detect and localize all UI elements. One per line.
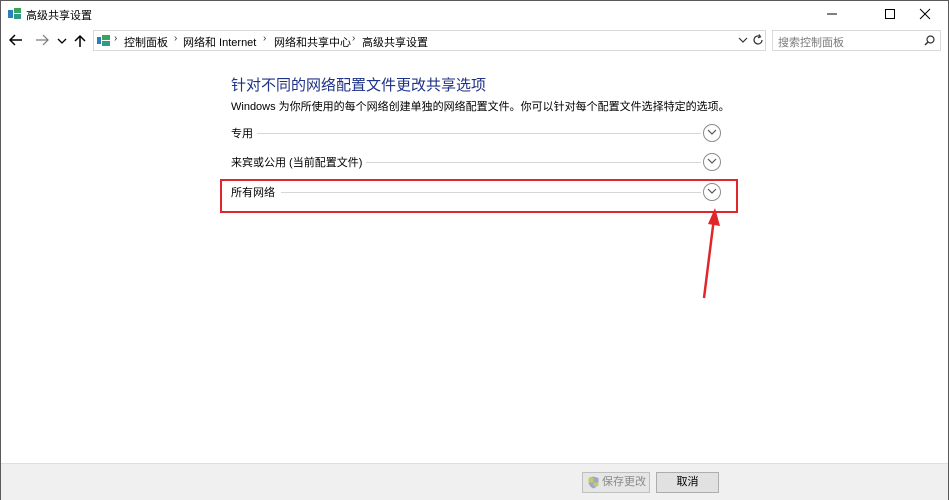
page-title: 针对不同的网络配置文件更改共享选项 (231, 77, 487, 94)
annotation-arrow (702, 208, 720, 299)
arrow-up-icon (74, 34, 86, 47)
up-button[interactable] (72, 31, 90, 49)
address-bar[interactable]: › 控制面板 › 网络和 Internet › 网络和共享中心 › 高级共享设置 (93, 30, 766, 51)
window-title: 高级共享设置 (26, 10, 92, 22)
main-content: 针对不同的网络配置文件更改共享选项 Windows 为你所使用的每个网络创建单独… (1, 54, 948, 462)
recent-locations-button[interactable] (56, 31, 68, 49)
section-label: 专用 (231, 125, 257, 141)
annotation-highlight-box (220, 179, 738, 213)
navigation-bar: › 控制面板 › 网络和 Internet › 网络和共享中心 › 高级共享设置… (1, 28, 948, 53)
window: 高级共享设置 › 控制面板 › 网络和 Internet › 网络和共享中心 ›… (0, 0, 949, 500)
footer-bar: 保存更改 取消 (1, 463, 948, 500)
page-description: Windows 为你所使用的每个网络创建单独的网络配置文件。你可以针对每个配置文… (231, 101, 730, 113)
section-divider (361, 162, 701, 163)
network-icon (8, 8, 21, 19)
breadcrumb-control-panel[interactable]: 控制面板 (124, 34, 168, 50)
cancel-button[interactable]: 取消 (656, 472, 719, 493)
search-box[interactable]: 搜索控制面板 (772, 30, 941, 51)
section-guest-public[interactable]: 来宾或公用 (当前配置文件) (231, 152, 721, 174)
search-icon[interactable] (924, 35, 935, 46)
minimize-icon (827, 13, 837, 15)
back-button[interactable] (7, 31, 25, 49)
breadcrumb-separator: › (352, 33, 356, 44)
refresh-icon[interactable] (752, 34, 764, 46)
expand-guest-public-button[interactable] (703, 153, 721, 171)
maximize-icon (885, 9, 895, 19)
minimize-button[interactable] (809, 1, 855, 27)
chevron-down-icon (707, 129, 717, 135)
section-label: 来宾或公用 (当前配置文件) (231, 154, 367, 170)
save-changes-button[interactable]: 保存更改 (582, 472, 650, 493)
chevron-down-icon (57, 38, 67, 44)
section-divider (253, 133, 701, 134)
close-button[interactable] (902, 1, 948, 27)
search-placeholder: 搜索控制面板 (778, 37, 844, 49)
breadcrumb-network-internet[interactable]: 网络和 Internet (183, 34, 256, 50)
uac-shield-icon (588, 476, 599, 489)
section-private[interactable]: 专用 (231, 123, 721, 145)
arrow-left-icon (9, 34, 22, 46)
save-changes-label: 保存更改 (602, 476, 646, 488)
title-bar[interactable]: 高级共享设置 (1, 1, 948, 27)
expand-private-button[interactable] (703, 124, 721, 142)
arrow-right-icon (36, 34, 49, 46)
breadcrumb-network-sharing-center[interactable]: 网络和共享中心 (274, 34, 351, 50)
forward-button[interactable] (33, 31, 51, 49)
control-panel-icon (97, 35, 110, 46)
breadcrumb-separator: › (114, 33, 118, 44)
breadcrumb-separator: › (263, 33, 267, 44)
address-dropdown-icon[interactable] (738, 36, 748, 44)
breadcrumb-separator: › (174, 33, 178, 44)
breadcrumb-advanced-sharing[interactable]: 高级共享设置 (362, 34, 428, 50)
close-icon (919, 8, 931, 20)
chevron-down-icon (707, 158, 717, 164)
